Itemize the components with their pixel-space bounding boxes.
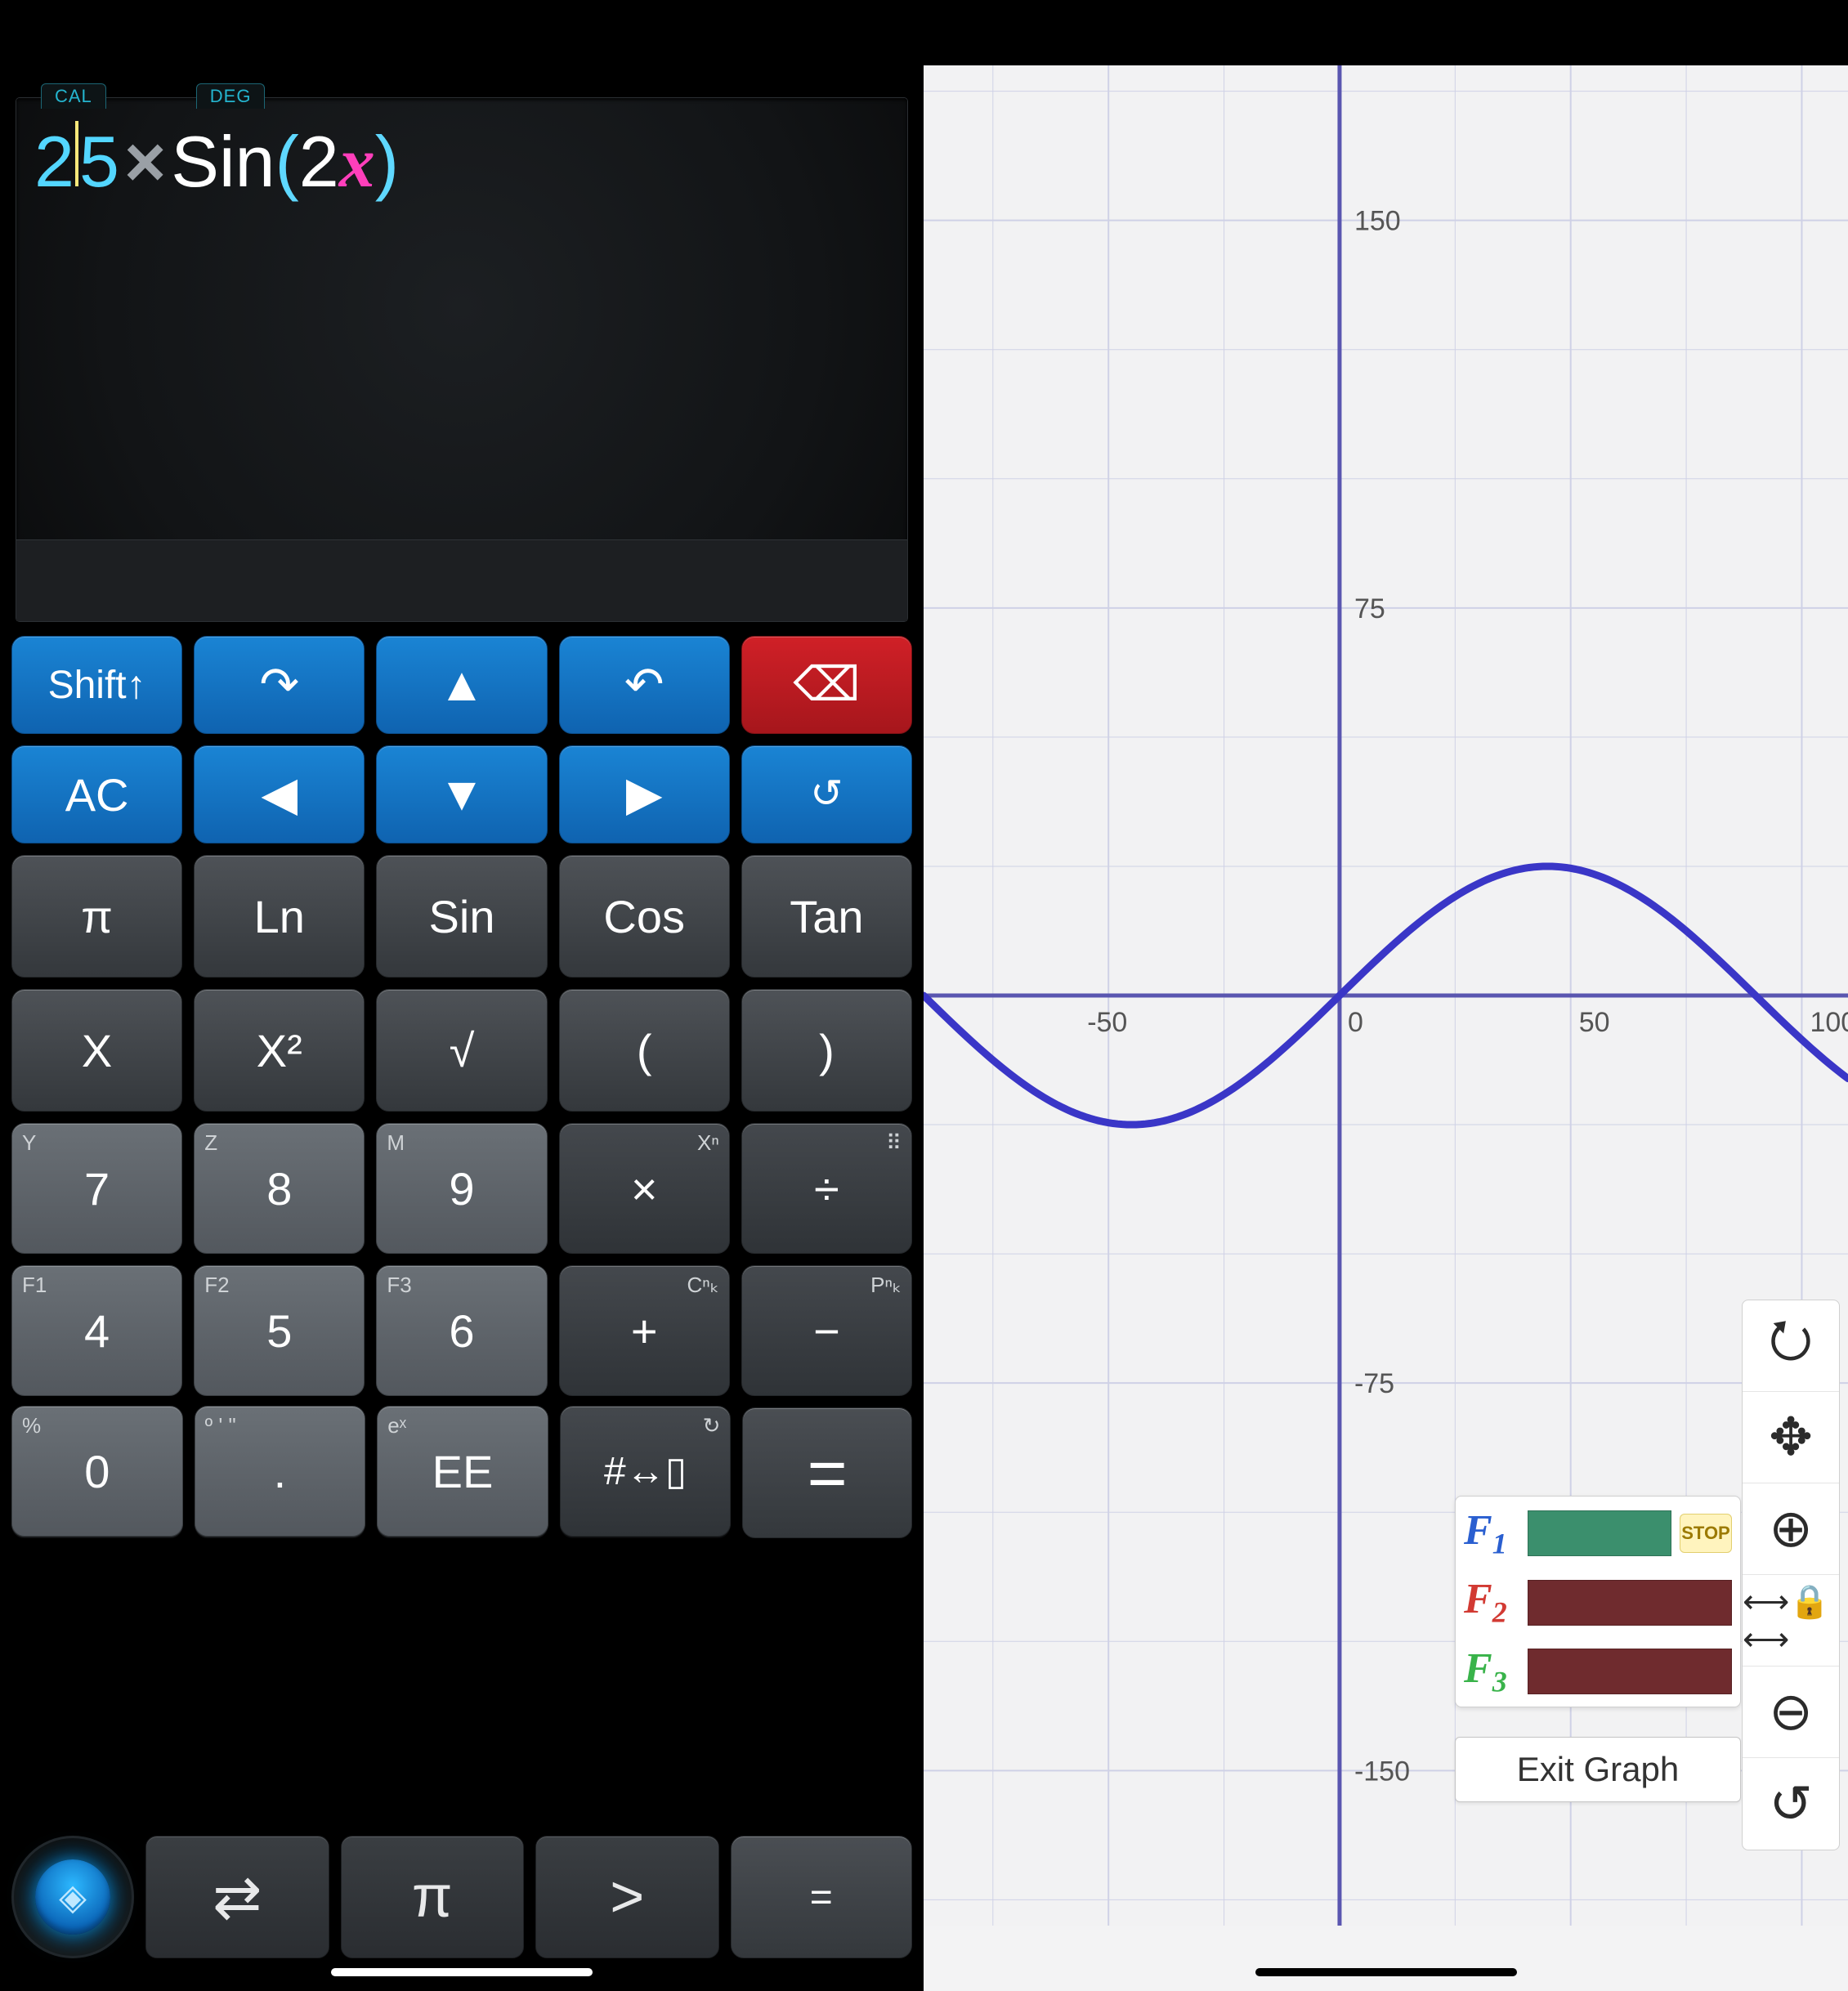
digit-8-button[interactable]: Z8 (194, 1123, 365, 1254)
backspace-button[interactable]: ⌫ (741, 636, 912, 734)
undo-button[interactable]: ↶ (559, 636, 730, 734)
function-color-swatch[interactable] (1528, 1649, 1732, 1694)
backspace-icon: ⌫ (793, 661, 860, 709)
zoom-in-icon: ⊕ (1769, 1498, 1813, 1559)
graph-pane: 150 75 -75 -150 -50 0 50 100 F1 STOP F2 F3 Exit Gr… (924, 0, 1848, 1991)
history-icon: ↺ (810, 775, 843, 814)
digit-5-button[interactable]: F25 (194, 1265, 365, 1396)
down-button[interactable]: ▼ (376, 745, 547, 843)
equals-mini-button[interactable]: = (731, 1836, 913, 1958)
lparen-button[interactable]: ( (559, 989, 730, 1112)
digit-0-button[interactable]: %0 (11, 1406, 183, 1537)
history-button[interactable]: ↺ (741, 745, 912, 843)
digit-4-button[interactable]: F14 (11, 1265, 182, 1396)
function-label: F2 (1464, 1575, 1519, 1629)
right-button[interactable]: ▶ (559, 745, 730, 843)
zoom-in-tool[interactable]: ⊕ (1743, 1483, 1839, 1575)
home-indicator (331, 1968, 593, 1976)
graph-tools: ⭮ ✥ ⊕ ⟷🔒⟷ ⊖ ↺ (1742, 1300, 1840, 1850)
function-row-f1[interactable]: F1 STOP (1464, 1506, 1732, 1560)
back-tool[interactable]: ↺ (1743, 1758, 1839, 1850)
result-strip (16, 539, 907, 621)
refresh-tool[interactable]: ⭮ (1743, 1300, 1839, 1392)
add-button[interactable]: Cⁿₖ+ (559, 1265, 730, 1396)
decimal-button[interactable]: º ' ". (195, 1406, 366, 1537)
equals-button[interactable]: = (742, 1407, 912, 1538)
caret-down-icon: ▼ (438, 771, 485, 818)
divide-button[interactable]: ⠿÷ (741, 1123, 912, 1254)
expression-display: CAL DEG 25 × Sin ( 2 x ) (16, 98, 907, 621)
multiply-button[interactable]: Xⁿ× (559, 1123, 730, 1254)
caret-left-icon: ◀ (262, 771, 298, 818)
x-button[interactable]: X (11, 989, 182, 1112)
next-button[interactable]: > (535, 1836, 719, 1958)
refresh-icon: ⭮ (1769, 1302, 1813, 1390)
x-squared-button[interactable]: X² (194, 989, 365, 1112)
svg-text:-50: -50 (1087, 1007, 1127, 1038)
format-button[interactable]: ↻#↔▯ (560, 1406, 732, 1537)
ee-button[interactable]: eˣEE (377, 1406, 548, 1537)
status-bar (924, 0, 1848, 65)
sin-button[interactable]: Sin (376, 855, 547, 978)
caret-up-icon: ▲ (438, 661, 485, 709)
crosshair-icon: ✥ (1769, 1407, 1813, 1468)
function-color-swatch[interactable] (1528, 1510, 1671, 1556)
subtract-button[interactable]: Pⁿₖ− (741, 1265, 912, 1396)
function-legend: F1 STOP F2 F3 (1455, 1496, 1741, 1707)
ln-button[interactable]: Ln (194, 855, 365, 978)
swap-button[interactable]: ⇄ (145, 1836, 329, 1958)
cos-button[interactable]: Cos (559, 855, 730, 978)
all-clear-button[interactable]: AC (11, 745, 182, 843)
recenter-tool[interactable]: ✥ (1743, 1392, 1839, 1483)
up-button[interactable]: ▲ (376, 636, 547, 734)
shift-button[interactable]: Shift↑ (11, 636, 182, 734)
svg-text:150: 150 (1354, 206, 1401, 237)
bottom-toolbar: ◈ ⇄ π > = (0, 1829, 924, 1991)
expression-text: 25 × Sin ( 2 x ) (34, 121, 889, 199)
redo-button[interactable]: ↷ (194, 636, 365, 734)
home-indicator (1255, 1968, 1517, 1976)
svg-text:50: 50 (1579, 1007, 1610, 1038)
digit-6-button[interactable]: F36 (376, 1265, 547, 1396)
mode-cal: CAL (41, 83, 106, 109)
function-label: F3 (1464, 1644, 1519, 1698)
function-color-swatch[interactable] (1528, 1580, 1732, 1626)
svg-text:-75: -75 (1354, 1368, 1394, 1399)
function-row-f2[interactable]: F2 (1464, 1575, 1732, 1629)
back-icon: ↺ (1769, 1774, 1813, 1835)
exit-graph-button[interactable]: Exit Graph (1455, 1737, 1741, 1802)
redo-icon: ↷ (260, 661, 300, 709)
diamond-icon: ◈ (59, 1877, 87, 1918)
cursor (75, 121, 78, 186)
svg-text:75: 75 (1354, 593, 1385, 624)
mode-deg: DEG (196, 83, 266, 109)
lock-pan-tool[interactable]: ⟷🔒⟷ (1743, 1575, 1839, 1667)
caret-right-icon: ▶ (626, 771, 663, 818)
zoom-out-tool[interactable]: ⊖ (1743, 1667, 1839, 1758)
svg-text:0: 0 (1348, 1007, 1363, 1038)
zoom-out-icon: ⊖ (1769, 1681, 1813, 1743)
digit-9-button[interactable]: M9 (376, 1123, 547, 1254)
function-label: F1 (1464, 1506, 1519, 1560)
left-button[interactable]: ◀ (194, 745, 365, 843)
svg-text:100: 100 (1810, 1007, 1848, 1038)
sqrt-button[interactable]: √ (376, 989, 547, 1112)
rparen-button[interactable]: ) (741, 989, 912, 1112)
lock-move-icon: ⟷🔒⟷ (1743, 1582, 1839, 1658)
function-row-f3[interactable]: F3 (1464, 1644, 1732, 1698)
app-menu-button[interactable]: ◈ (11, 1836, 134, 1958)
mode-tabs: CAL DEG (41, 83, 265, 109)
digit-7-button[interactable]: Y7 (11, 1123, 182, 1254)
keypad: Shift↑ ↷ ▲ ↶ ⌫ AC ◀ ▼ ▶ ↺ π Ln Sin Cos T… (0, 621, 924, 1829)
pi-footer-button[interactable]: π (341, 1836, 525, 1958)
undo-icon: ↶ (624, 661, 664, 709)
pi-button[interactable]: π (11, 855, 182, 978)
svg-text:-150: -150 (1354, 1756, 1410, 1787)
stop-button[interactable]: STOP (1680, 1514, 1732, 1553)
calculator-pane: CAL DEG 25 × Sin ( 2 x ) Shift↑ ↷ ▲ ↶ ⌫ … (0, 0, 924, 1991)
tan-button[interactable]: Tan (741, 855, 912, 978)
swap-icon: ⇄ (213, 1863, 262, 1931)
